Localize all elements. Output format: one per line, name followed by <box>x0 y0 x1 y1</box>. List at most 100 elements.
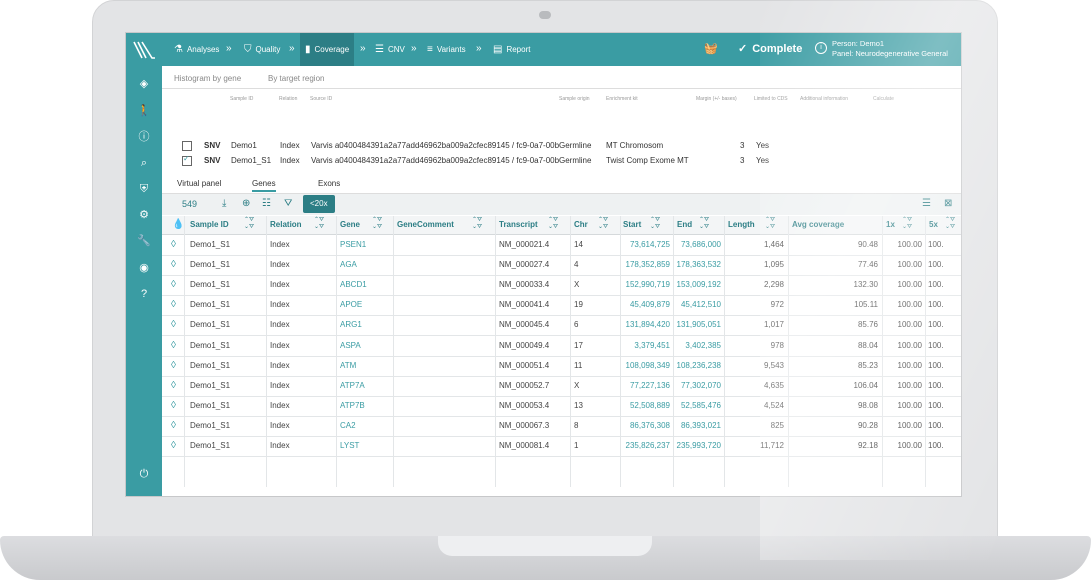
sort-filter-icon[interactable]: ⌃⛛ ⌄⛛ <box>945 217 955 231</box>
table-row[interactable]: ◊ Demo1_S1 Index CA2 NM_000067.3 8 86,376,308 8… <box>162 416 961 437</box>
filter-settings-icon[interactable]: ⛛ <box>284 198 292 209</box>
coverage-filter-chip[interactable]: <20x <box>303 195 335 213</box>
cell-gene[interactable]: ATP7A <box>340 376 390 396</box>
cell-gene[interactable]: CA2 <box>340 416 390 436</box>
drop-icon[interactable]: ◊ <box>171 275 176 295</box>
table-row[interactable]: ◊ Demo1_S1 Index ABCD1 NM_000033.4 X 152,990,7… <box>162 275 961 297</box>
drop-icon[interactable]: ◊ <box>171 396 176 416</box>
complete-button[interactable]: ✓ Complete <box>738 42 802 56</box>
drop-icon[interactable]: ◊ <box>171 336 176 356</box>
cell-chr: 13 <box>574 400 583 410</box>
nav-report[interactable]: ▤ Report <box>493 33 530 66</box>
alert-icon[interactable]: ⓘ <box>136 129 152 145</box>
download-icon[interactable]: ⤓ <box>222 198 226 209</box>
grid-view-icon[interactable]: ⊠ <box>944 198 952 209</box>
drop-icon[interactable]: ◊ <box>171 376 176 396</box>
sample-checkbox[interactable] <box>182 154 192 166</box>
table-row[interactable]: ◊ Demo1_S1 Index ARG1 NM_000045.4 6 131,894,42… <box>162 315 961 337</box>
cell-start: 73,614,725 <box>629 240 670 249</box>
tab-exons[interactable]: Exons <box>318 179 340 188</box>
cell-sample: Demo1_S1 <box>190 420 231 430</box>
columns-settings-icon[interactable]: ☷ <box>262 198 271 209</box>
nav-quality[interactable]: ⛉ Quality <box>244 33 280 66</box>
cell-gene[interactable]: LYST <box>340 436 390 456</box>
th-relation[interactable]: Relation <box>270 216 302 234</box>
drop-icon[interactable]: ◊ <box>171 416 176 436</box>
nav-variants[interactable]: ≡ Variants <box>427 33 466 66</box>
nav-cnv[interactable]: ☰ CNV <box>375 33 405 66</box>
table-row[interactable]: ◊ Demo1_S1 Index ATM NM_000051.4 11 108,098,34… <box>162 356 961 377</box>
cell-gene[interactable]: AGA <box>340 255 390 275</box>
sample-checkbox[interactable] <box>182 141 192 151</box>
drop-icon[interactable]: ◊ <box>171 315 176 335</box>
list-view-icon[interactable]: ☰ <box>922 198 931 209</box>
cell-gene[interactable]: ARG1 <box>340 315 390 335</box>
nav-coverage[interactable]: ▮ Coverage <box>300 33 355 66</box>
cell-chr: 11 <box>574 360 583 370</box>
tab-genes[interactable]: Genes <box>252 179 276 192</box>
th-gene[interactable]: Gene <box>340 216 360 234</box>
sort-filter-icon[interactable]: ⌃⛛ ⌄⛛ <box>699 217 709 231</box>
sort-filter-icon[interactable]: ⌃⛛ ⌄⛛ <box>372 217 382 231</box>
search-icon[interactable]: ⌕ <box>136 155 152 171</box>
drop-icon[interactable]: ◊ <box>171 295 176 315</box>
table-row[interactable]: ◊ Demo1_S1 Index APOE NM_000041.4 19 45,409,87… <box>162 295 961 317</box>
cell-gene[interactable]: ATP7B <box>340 396 390 416</box>
cell-gene[interactable]: PSEN1 <box>340 235 390 255</box>
user-icon[interactable]: ◉ <box>136 260 152 276</box>
app-logo[interactable] <box>126 33 162 66</box>
th-end[interactable]: End <box>677 216 692 234</box>
sort-filter-icon[interactable]: ⌃⛛ ⌄⛛ <box>650 217 660 231</box>
table-row[interactable]: ◊ Demo1_S1 Index ASPA NM_000049.4 17 3,379,451… <box>162 336 961 357</box>
th-5x[interactable]: 5x <box>929 216 938 234</box>
shield-check-icon[interactable]: ⛨ <box>136 181 152 197</box>
th-sample-id[interactable]: Sample ID <box>190 216 229 234</box>
th-gene-comment[interactable]: GeneComment <box>397 216 454 234</box>
th-chr[interactable]: Chr <box>574 216 588 234</box>
gear-icon[interactable]: ⚙ <box>136 207 152 223</box>
th-transcript[interactable]: Transcript <box>499 216 538 234</box>
sort-filter-icon[interactable]: ⌃⛛ ⌄⛛ <box>314 217 324 231</box>
cell-gene[interactable]: ABCD1 <box>340 275 390 295</box>
drop-icon[interactable]: ◊ <box>171 356 176 376</box>
table-row[interactable]: ◊ Demo1_S1 Index LYST NM_000081.4 1 235,826,23… <box>162 436 961 457</box>
tab-histogram-by-gene[interactable]: Histogram by gene <box>174 74 241 83</box>
sort-filter-icon[interactable]: ⌃⛛ ⌄⛛ <box>765 217 775 231</box>
power-icon[interactable]: ⏻ <box>136 466 152 482</box>
help-icon[interactable]: ? <box>136 286 152 302</box>
cell-chr: 19 <box>574 300 583 310</box>
cell-gene[interactable]: ATM <box>340 356 390 376</box>
basket-icon[interactable]: 🧺 <box>704 42 718 55</box>
info-icon[interactable]: i <box>815 42 827 54</box>
tab-virtual-panel[interactable]: Virtual panel <box>177 179 221 188</box>
sort-filter-icon[interactable]: ⌃⛛ ⌄⛛ <box>548 217 558 231</box>
drop-icon[interactable]: ◊ <box>171 235 176 255</box>
sort-filter-icon[interactable]: ⌃⛛ ⌄⛛ <box>472 217 482 231</box>
sample-row[interactable]: SNV Demo1_S1 Index Varvis a0400484391a2a… <box>162 153 961 168</box>
table-row[interactable]: ◊ Demo1_S1 Index AGA NM_000027.4 4 178,352,859… <box>162 255 961 277</box>
sort-filter-icon[interactable]: ⌃⛛ ⌄⛛ <box>598 217 608 231</box>
th-1x[interactable]: 1x <box>886 216 895 234</box>
document-icon: ▤ <box>493 44 503 55</box>
sort-filter-icon[interactable]: ⌃⛛ ⌄⛛ <box>244 217 254 231</box>
cell-x5: 100. <box>928 320 944 330</box>
tab-by-target-region[interactable]: By target region <box>268 74 324 83</box>
sample-row[interactable]: SNV Demo1 Index Varvis a0400484391a2a77a… <box>162 138 961 153</box>
layers-icon[interactable]: ◈ <box>136 76 152 92</box>
th-length[interactable]: Length <box>728 216 755 234</box>
th-start[interactable]: Start <box>623 216 641 234</box>
sort-filter-icon[interactable]: ⌃⛛ ⌄⛛ <box>902 217 912 231</box>
wrench-icon[interactable]: 🔧 <box>136 233 152 249</box>
drop-icon[interactable]: ◊ <box>171 436 176 456</box>
walk-icon[interactable]: 🚶 <box>136 103 152 119</box>
table-row[interactable]: ◊ Demo1_S1 Index PSEN1 NM_000021.4 14 73,614,7… <box>162 235 961 256</box>
table-row[interactable]: ◊ Demo1_S1 Index ATP7A NM_000052.7 X 77,227,13… <box>162 376 961 397</box>
th-avg-coverage[interactable]: Avg coverage <box>792 216 844 234</box>
cell-x1: 100.00 <box>897 400 922 410</box>
basket-add-icon[interactable]: ⊕ <box>242 198 250 209</box>
cell-gene[interactable]: ASPA <box>340 336 390 356</box>
nav-analyses[interactable]: ⚗ Analyses <box>174 33 219 66</box>
table-row[interactable]: ◊ Demo1_S1 Index ATP7B NM_000053.4 13 52,508,8… <box>162 396 961 417</box>
drop-icon[interactable]: ◊ <box>171 255 176 275</box>
cell-gene[interactable]: APOE <box>340 295 390 315</box>
